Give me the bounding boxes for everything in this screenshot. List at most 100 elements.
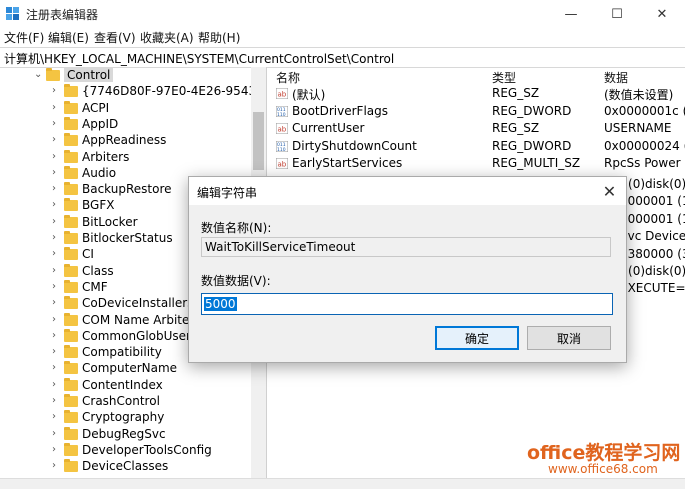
binary-value-icon: 011 110: [275, 140, 289, 153]
column-header-name[interactable]: 名称: [276, 69, 300, 86]
cancel-button[interactable]: 取消: [527, 326, 611, 350]
address-path[interactable]: 计算机\HKEY_LOCAL_MACHINE\SYSTEM\CurrentCon…: [4, 50, 394, 67]
tree-item-label: AppID: [82, 116, 119, 131]
tree-item[interactable]: › AppReadiness: [0, 133, 255, 149]
tree-scrollbar-thumb[interactable]: [253, 112, 264, 170]
value-name: CurrentUser: [292, 121, 365, 135]
column-header-data[interactable]: 数据: [604, 69, 628, 86]
chevron-right-icon[interactable]: ›: [52, 183, 56, 194]
tree-item[interactable]: ⌄ Control: [0, 68, 255, 84]
menu-help[interactable]: 帮助(H): [198, 29, 240, 46]
chevron-right-icon[interactable]: ›: [52, 411, 56, 422]
folder-icon: [64, 182, 78, 196]
tree-item-label: BGFX: [82, 198, 115, 213]
chevron-right-icon[interactable]: ›: [52, 216, 56, 227]
tree-item[interactable]: › ACPI: [0, 100, 255, 117]
value-name-field: WaitToKillServiceTimeout: [201, 237, 611, 257]
value-name: (默认): [292, 88, 326, 102]
menu-edit[interactable]: 编辑(E): [48, 29, 89, 46]
chevron-right-icon[interactable]: ›: [52, 85, 56, 96]
tree-item[interactable]: › DeviceClasses: [0, 459, 255, 475]
tree-item[interactable]: › CrashControl: [0, 394, 255, 410]
folder-icon: [64, 198, 78, 212]
tree-item[interactable]: › ContentIndex: [0, 377, 255, 394]
chevron-right-icon[interactable]: ›: [52, 118, 56, 129]
chevron-right-icon[interactable]: ›: [52, 379, 56, 390]
tree-item[interactable]: › Arbiters: [0, 149, 255, 166]
menu-view[interactable]: 查看(V): [94, 29, 136, 46]
maximize-button[interactable]: ☐: [594, 0, 640, 28]
tree-item-label: CoDeviceInstallers: [82, 296, 194, 311]
window-title: 注册表编辑器: [26, 8, 99, 22]
value-name: DirtyShutdownCount: [292, 138, 417, 153]
tree-item-label: CrashControl: [82, 394, 160, 408]
menu-favorites[interactable]: 收藏夹(A): [140, 29, 194, 46]
value-data-input[interactable]: 5000: [201, 293, 613, 315]
chevron-right-icon[interactable]: ›: [52, 248, 56, 259]
folder-icon: [64, 231, 78, 244]
chevron-right-icon[interactable]: ›: [52, 102, 56, 113]
dialog-close-button[interactable]: ✕: [593, 177, 626, 205]
value-row[interactable]: 011 110 DirtyShutdownCount REG_DWORD 0x00000…: [270, 138, 685, 155]
chevron-right-icon[interactable]: ›: [52, 444, 56, 455]
dialog-title: 编辑字符串: [197, 186, 258, 200]
chevron-right-icon[interactable]: ›: [52, 330, 56, 341]
ok-button[interactable]: 确定: [435, 326, 519, 350]
tree-item-label: ContentIndex: [82, 377, 163, 392]
close-button[interactable]: ✕: [639, 0, 685, 28]
chevron-right-icon[interactable]: ›: [52, 362, 56, 373]
edit-string-dialog: 编辑字符串 ✕ 数值名称(N): WaitToKillServiceTimeou…: [188, 176, 627, 363]
value-data-fragment: 0380000 (3: [620, 246, 685, 261]
tree-item-label: Cryptography: [82, 410, 165, 425]
folder-icon: [64, 459, 78, 473]
chevron-right-icon[interactable]: ›: [52, 428, 56, 439]
value-type: REG_SZ: [492, 121, 540, 135]
chevron-right-icon[interactable]: ›: [52, 281, 56, 292]
value-data-text: 5000: [204, 297, 237, 311]
folder-icon: [46, 68, 60, 81]
folder-icon: [64, 426, 78, 440]
tree-item-label: CI: [82, 247, 94, 262]
value-type: REG_DWORD: [492, 103, 572, 118]
chevron-down-icon[interactable]: ⌄: [34, 69, 42, 80]
tree-item-label: BackupRestore: [82, 182, 172, 197]
chevron-right-icon[interactable]: ›: [52, 395, 56, 406]
tree-item[interactable]: › DeveloperToolsConfig: [0, 442, 255, 459]
tree-item[interactable]: › ComputerName: [0, 361, 255, 377]
value-row[interactable]: ab (默认) REG_SZ (数值未设置): [270, 85, 685, 102]
address-bar[interactable]: 计算机\HKEY_LOCAL_MACHINE\SYSTEM\CurrentCon…: [0, 47, 685, 68]
tree-item-label: BitlockerStatus: [82, 231, 173, 245]
tree-item-label: COM Name Arbiter: [82, 312, 195, 327]
chevron-right-icon[interactable]: ›: [52, 167, 56, 178]
tree-item-label: DeviceClasses: [82, 459, 169, 474]
tree-item-label: Audio: [82, 165, 117, 180]
tree-item-label: ComputerName: [82, 361, 178, 376]
svg-text:ab: ab: [278, 126, 287, 134]
column-header-type[interactable]: 类型: [492, 69, 516, 86]
chevron-right-icon[interactable]: ›: [52, 151, 56, 162]
chevron-right-icon[interactable]: ›: [52, 297, 56, 308]
value-row[interactable]: ab EarlyStartServices REG_MULTI_SZ RpcSs Po…: [270, 155, 685, 172]
chevron-right-icon[interactable]: ›: [52, 265, 56, 276]
folder-icon: [64, 214, 78, 228]
chevron-right-icon[interactable]: ›: [52, 134, 56, 145]
tree-item[interactable]: › Cryptography: [0, 410, 255, 426]
chevron-right-icon[interactable]: ›: [52, 314, 56, 325]
tree-item[interactable]: › AppID: [0, 116, 255, 133]
menu-file[interactable]: 文件(F): [4, 29, 44, 46]
value-row[interactable]: 011 110 BootDriverFlags REG_DWORD 0x0000001c…: [270, 103, 685, 120]
minimize-button[interactable]: —: [548, 0, 594, 28]
value-row[interactable]: ab CurrentUser REG_SZ USERNAME: [270, 120, 685, 137]
value-data: (数值未设置): [604, 88, 674, 102]
value-data-fragment: EXECUTE=: [620, 281, 685, 296]
chevron-right-icon[interactable]: ›: [52, 199, 56, 210]
chevron-right-icon[interactable]: ›: [52, 460, 56, 471]
chevron-right-icon[interactable]: ›: [52, 346, 56, 357]
chevron-right-icon[interactable]: ›: [52, 232, 56, 243]
folder-icon: [64, 312, 78, 326]
value-data: 0x00000024 (3: [604, 138, 685, 153]
folder-icon: [64, 394, 78, 407]
tree-item[interactable]: › DebugRegSvc: [0, 426, 255, 443]
tree-item[interactable]: › {7746D80F-97E0-4E26-9543-26: [0, 84, 266, 100]
folder-icon: [64, 84, 78, 98]
